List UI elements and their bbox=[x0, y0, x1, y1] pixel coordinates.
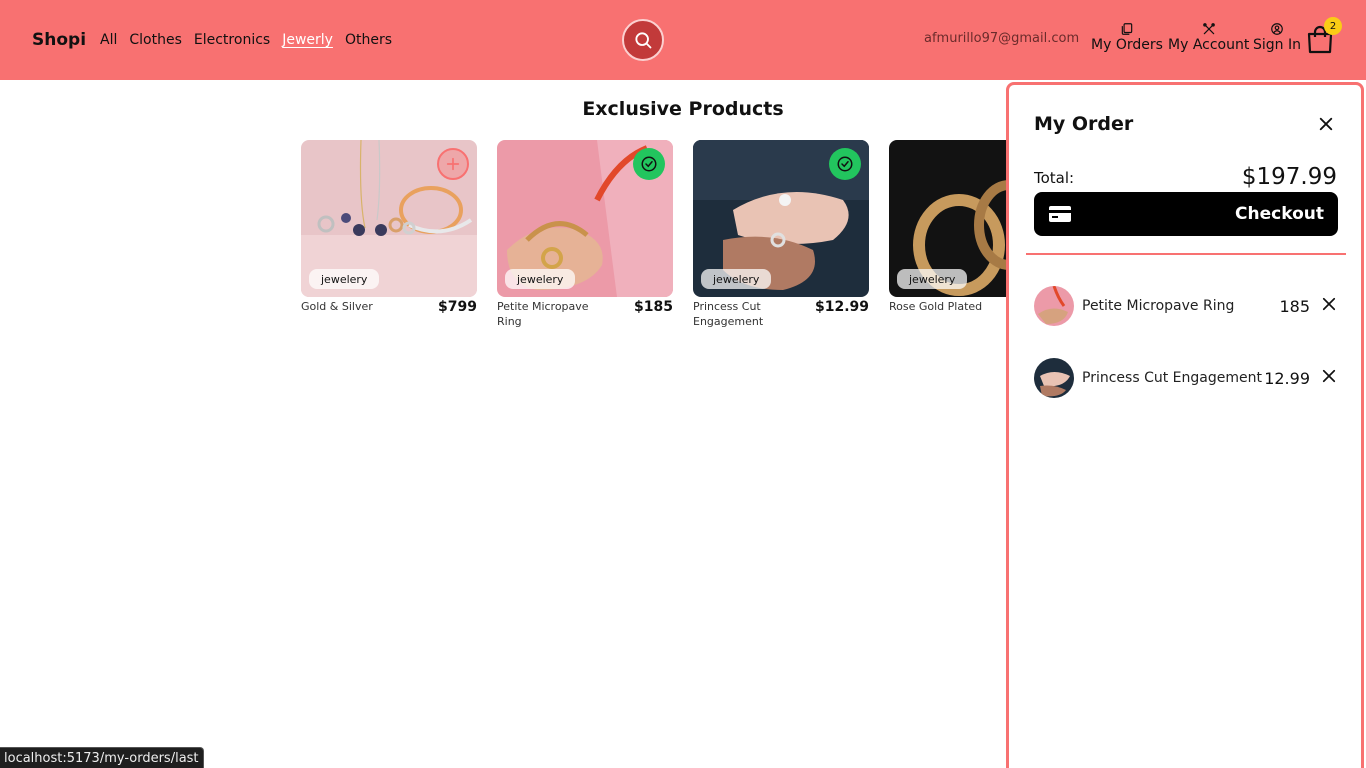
navbar: Shopi All Clothes Electronics Jewerly Ot… bbox=[0, 0, 1366, 80]
panel-divider bbox=[1026, 253, 1346, 255]
nav-link-jewerly[interactable]: Jewerly bbox=[282, 32, 333, 48]
checkout-button[interactable]: Checkout bbox=[1034, 192, 1338, 236]
check-circle-icon bbox=[837, 156, 853, 172]
close-panel-button[interactable] bbox=[1317, 115, 1335, 137]
order-item-price: 185 bbox=[1279, 296, 1310, 316]
product-price: $799 bbox=[438, 299, 477, 315]
product-name: Gold & Silver bbox=[301, 300, 373, 313]
nav-link-electronics[interactable]: Electronics bbox=[194, 32, 270, 48]
cart-count-badge: 2 bbox=[1324, 17, 1342, 35]
search-icon bbox=[635, 32, 652, 49]
product-price: $12.99 bbox=[814, 299, 869, 315]
close-icon bbox=[1322, 369, 1336, 383]
brand-logo[interactable]: Shopi bbox=[32, 30, 86, 50]
nav-link-others[interactable]: Others bbox=[345, 32, 392, 48]
my-account-link[interactable]: My Account bbox=[1168, 22, 1249, 53]
credit-card-icon bbox=[1049, 206, 1071, 222]
order-item-price: 12.99 bbox=[1264, 368, 1310, 388]
remove-item-button[interactable] bbox=[1320, 295, 1338, 317]
product-image[interactable]: jewelery bbox=[693, 140, 869, 297]
nav-link-clothes[interactable]: Clothes bbox=[129, 32, 182, 48]
added-check-badge bbox=[633, 148, 665, 180]
order-item-name: Princess Cut Engagement bbox=[1082, 370, 1262, 386]
panel-title: My Order bbox=[1034, 113, 1134, 135]
checkout-label: Checkout bbox=[1235, 204, 1324, 224]
close-icon bbox=[1319, 117, 1333, 131]
order-item: Petite Micropave Ring 185 bbox=[1034, 286, 1338, 326]
user-circle-icon bbox=[1271, 23, 1283, 35]
product-info: Petite Micropave Ring $185 bbox=[497, 299, 673, 329]
remove-item-button[interactable] bbox=[1320, 367, 1338, 389]
product-name: Petite Micropave Ring bbox=[497, 300, 589, 328]
category-label: jewelery bbox=[897, 269, 968, 289]
category-label: jewelery bbox=[701, 269, 772, 289]
product-image[interactable]: jewelery bbox=[497, 140, 673, 297]
added-check-badge bbox=[829, 148, 861, 180]
product-card[interactable]: jewelery Petite Micropave Ring $185 bbox=[497, 140, 673, 329]
category-label: jewelery bbox=[505, 269, 576, 289]
product-name: Princess Cut Engagement bbox=[693, 300, 764, 328]
product-image[interactable]: jewelery bbox=[301, 140, 477, 297]
nav-link-all[interactable]: All bbox=[100, 32, 117, 48]
my-orders-label: My Orders bbox=[1091, 37, 1163, 53]
plus-icon bbox=[446, 157, 460, 171]
product-price: $185 bbox=[634, 299, 673, 315]
tools-icon bbox=[1202, 23, 1215, 35]
product-info: Gold & Silver $799 bbox=[301, 299, 477, 315]
product-card[interactable]: jewelery Princess Cut Engagement $12.99 bbox=[693, 140, 869, 329]
sign-in-label: Sign In bbox=[1253, 37, 1301, 53]
product-name: Rose Gold Plated bbox=[889, 300, 983, 313]
order-side-panel: My Order Total: $197.99 Checkout Petite … bbox=[1006, 82, 1364, 768]
order-item-name: Petite Micropave Ring bbox=[1082, 298, 1235, 314]
orders-icon bbox=[1121, 23, 1133, 35]
my-orders-link[interactable]: My Orders bbox=[1091, 22, 1163, 53]
category-label: jewelery bbox=[309, 269, 380, 289]
nav-left: Shopi All Clothes Electronics Jewerly Ot… bbox=[32, 0, 392, 80]
product-card[interactable]: jewelery Gold & Silver $799 bbox=[301, 140, 477, 315]
check-circle-icon bbox=[641, 156, 657, 172]
sign-in-link[interactable]: Sign In bbox=[1253, 22, 1301, 53]
product-info: Princess Cut Engagement $12.99 bbox=[693, 299, 869, 329]
order-item-thumbnail bbox=[1034, 286, 1074, 326]
browser-status-url: localhost:5173/my-orders/last bbox=[0, 747, 204, 768]
order-item: Princess Cut Engagement 12.99 bbox=[1034, 358, 1338, 398]
user-email: afmurillo97@gmail.com bbox=[924, 31, 1080, 46]
total-value: $197.99 bbox=[1241, 164, 1337, 190]
close-icon bbox=[1322, 297, 1336, 311]
order-item-thumbnail bbox=[1034, 358, 1074, 398]
search-button[interactable] bbox=[622, 19, 664, 61]
add-to-cart-button[interactable] bbox=[437, 148, 469, 180]
total-label: Total: bbox=[1034, 169, 1075, 187]
my-account-label: My Account bbox=[1168, 37, 1250, 53]
